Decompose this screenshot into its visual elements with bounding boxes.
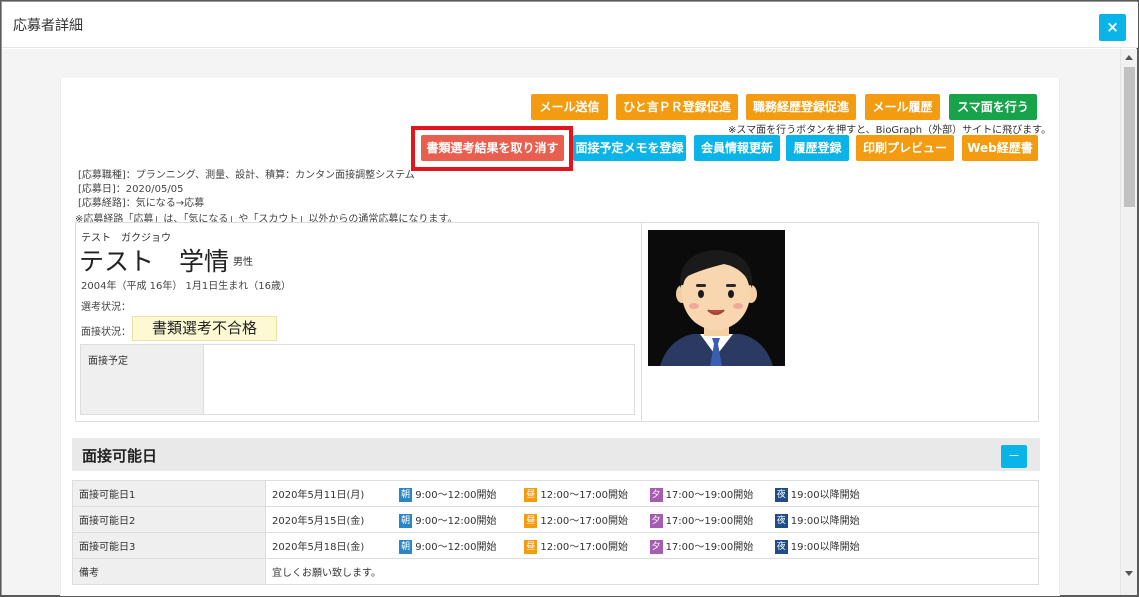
remarks-label: 備考: [72, 558, 266, 585]
row-content: 2020年5月11日(月) 朝 9:00〜12:00開始 昼 12:00〜17:00…: [265, 480, 1039, 507]
interview-schedule-label: 面接予定: [81, 345, 204, 414]
table-row: 面接可能日1 2020年5月11日(月) 朝 9:00〜12:00開始 昼 12:0…: [72, 480, 1039, 507]
row-content: 2020年5月15日(金) 朝 9:00〜12:00開始 昼 12:00〜17:00…: [265, 506, 1039, 533]
availability-section-title: 面接可能日: [82, 447, 158, 465]
mail-history-button[interactable]: メール履歴: [865, 94, 940, 120]
noon-tag-icon: 昼: [524, 513, 538, 528]
smamen-button[interactable]: スマ面を行う: [949, 94, 1037, 120]
morning-tag-icon: 朝: [399, 487, 413, 502]
application-route: [応募経路]：気になる→応募: [78, 198, 205, 209]
slot-text: 19:00以降開始: [790, 489, 860, 501]
slot-text: 9:00〜12:00開始: [415, 489, 497, 501]
applicant-birth: 2004年（平成 16年） 1月1日生まれ（16歳）: [81, 281, 291, 292]
night-tag-icon: 夜: [774, 487, 788, 502]
pr-registration-promote-button[interactable]: ひと言ＰＲ登録促進: [616, 94, 738, 120]
availability-section-header: 面接可能日 －: [72, 438, 1040, 471]
interview-status-badge: 書類選考不合格: [132, 316, 277, 341]
row-date: 2020年5月18日(金): [272, 541, 365, 553]
interview-status-label: 面接状況：: [81, 327, 131, 338]
slot-text: 17:00〜19:00開始: [665, 541, 754, 553]
slot-text: 9:00〜12:00開始: [415, 541, 497, 553]
selection-status-label: 選考状況：: [81, 302, 131, 313]
scroll-down-arrow-icon[interactable]: [1125, 571, 1133, 576]
send-mail-button[interactable]: メール送信: [531, 94, 608, 120]
modal-title: 応募者詳細: [13, 18, 83, 34]
application-date: [応募日]：2020/05/05: [78, 184, 184, 195]
scroll-thumb[interactable]: [1124, 67, 1135, 207]
morning-tag-icon: 朝: [399, 539, 413, 554]
evening-tag-icon: 夕: [649, 539, 663, 554]
availability-table: 面接可能日1 2020年5月11日(月) 朝 9:00〜12:00開始 昼 12:0…: [72, 480, 1039, 585]
table-row: 面接可能日2 2020年5月15日(金) 朝 9:00〜12:00開始 昼 12:0…: [72, 506, 1039, 533]
slot-text: 17:00〜19:00開始: [665, 489, 754, 501]
applicant-name: テスト 学情: [79, 247, 230, 276]
interview-schedule-table: 面接予定: [80, 344, 635, 415]
vertical-scrollbar[interactable]: [1120, 49, 1137, 595]
slot-text: 19:00以降開始: [790, 515, 860, 527]
row-date: 2020年5月11日(月): [272, 489, 365, 501]
collapse-button[interactable]: －: [1001, 445, 1027, 468]
slot-text: 12:00〜17:00開始: [540, 515, 629, 527]
night-tag-icon: 夜: [774, 513, 788, 528]
scroll-up-arrow-icon[interactable]: [1125, 55, 1133, 60]
row-content: 2020年5月18日(金) 朝 9:00〜12:00開始 昼 12:00〜17:00…: [265, 532, 1039, 559]
noon-tag-icon: 昼: [524, 539, 538, 554]
table-row: 備考 宜しくお願い致します。: [72, 558, 1039, 585]
avatar-illustration-icon: [648, 230, 785, 366]
evening-tag-icon: 夕: [649, 513, 663, 528]
smamen-note: ※スマ面を行うボタンを押すと、BioGraph（外部）サイトに飛びます。: [728, 125, 1052, 136]
remarks-value: 宜しくお願い致します。: [265, 558, 1039, 585]
evening-tag-icon: 夕: [649, 487, 663, 502]
application-job: [応募職種]：プランニング、測量、設計、積算：カンタン面接調整システム: [78, 170, 415, 181]
row-label: 面接可能日3: [72, 532, 266, 559]
slot-text: 9:00〜12:00開始: [415, 515, 497, 527]
night-tag-icon: 夜: [774, 539, 788, 554]
row-label: 面接可能日1: [72, 480, 266, 507]
career-registration-promote-button[interactable]: 職務経歴登録促進: [746, 94, 856, 120]
slot-text: 12:00〜17:00開始: [540, 489, 629, 501]
morning-tag-icon: 朝: [399, 513, 413, 528]
table-row: 面接可能日3 2020年5月18日(金) 朝 9:00〜12:00開始 昼 12:0…: [72, 532, 1039, 559]
applicant-gender: 男性: [233, 257, 253, 268]
print-preview-button[interactable]: 印刷プレビュー: [856, 135, 954, 161]
applicant-photo: [648, 230, 785, 366]
slot-text: 19:00以降開始: [790, 541, 860, 553]
row-label: 面接可能日2: [72, 506, 266, 533]
history-register-button[interactable]: 履歴登録: [786, 135, 849, 161]
profile-divider: [641, 222, 642, 422]
web-resume-button[interactable]: Web経歴書: [962, 135, 1038, 161]
slot-text: 17:00〜19:00開始: [665, 515, 754, 527]
interview-memo-button[interactable]: 面接予定メモを登録: [573, 135, 686, 161]
modal-header: 応募者詳細 ×: [2, 2, 1138, 48]
close-button[interactable]: ×: [1099, 14, 1126, 41]
highlight-frame: [411, 126, 573, 171]
update-member-info-button[interactable]: 会員情報更新: [694, 135, 780, 161]
slot-text: 12:00〜17:00開始: [540, 541, 629, 553]
noon-tag-icon: 昼: [524, 487, 538, 502]
row-date: 2020年5月15日(金): [272, 515, 365, 527]
